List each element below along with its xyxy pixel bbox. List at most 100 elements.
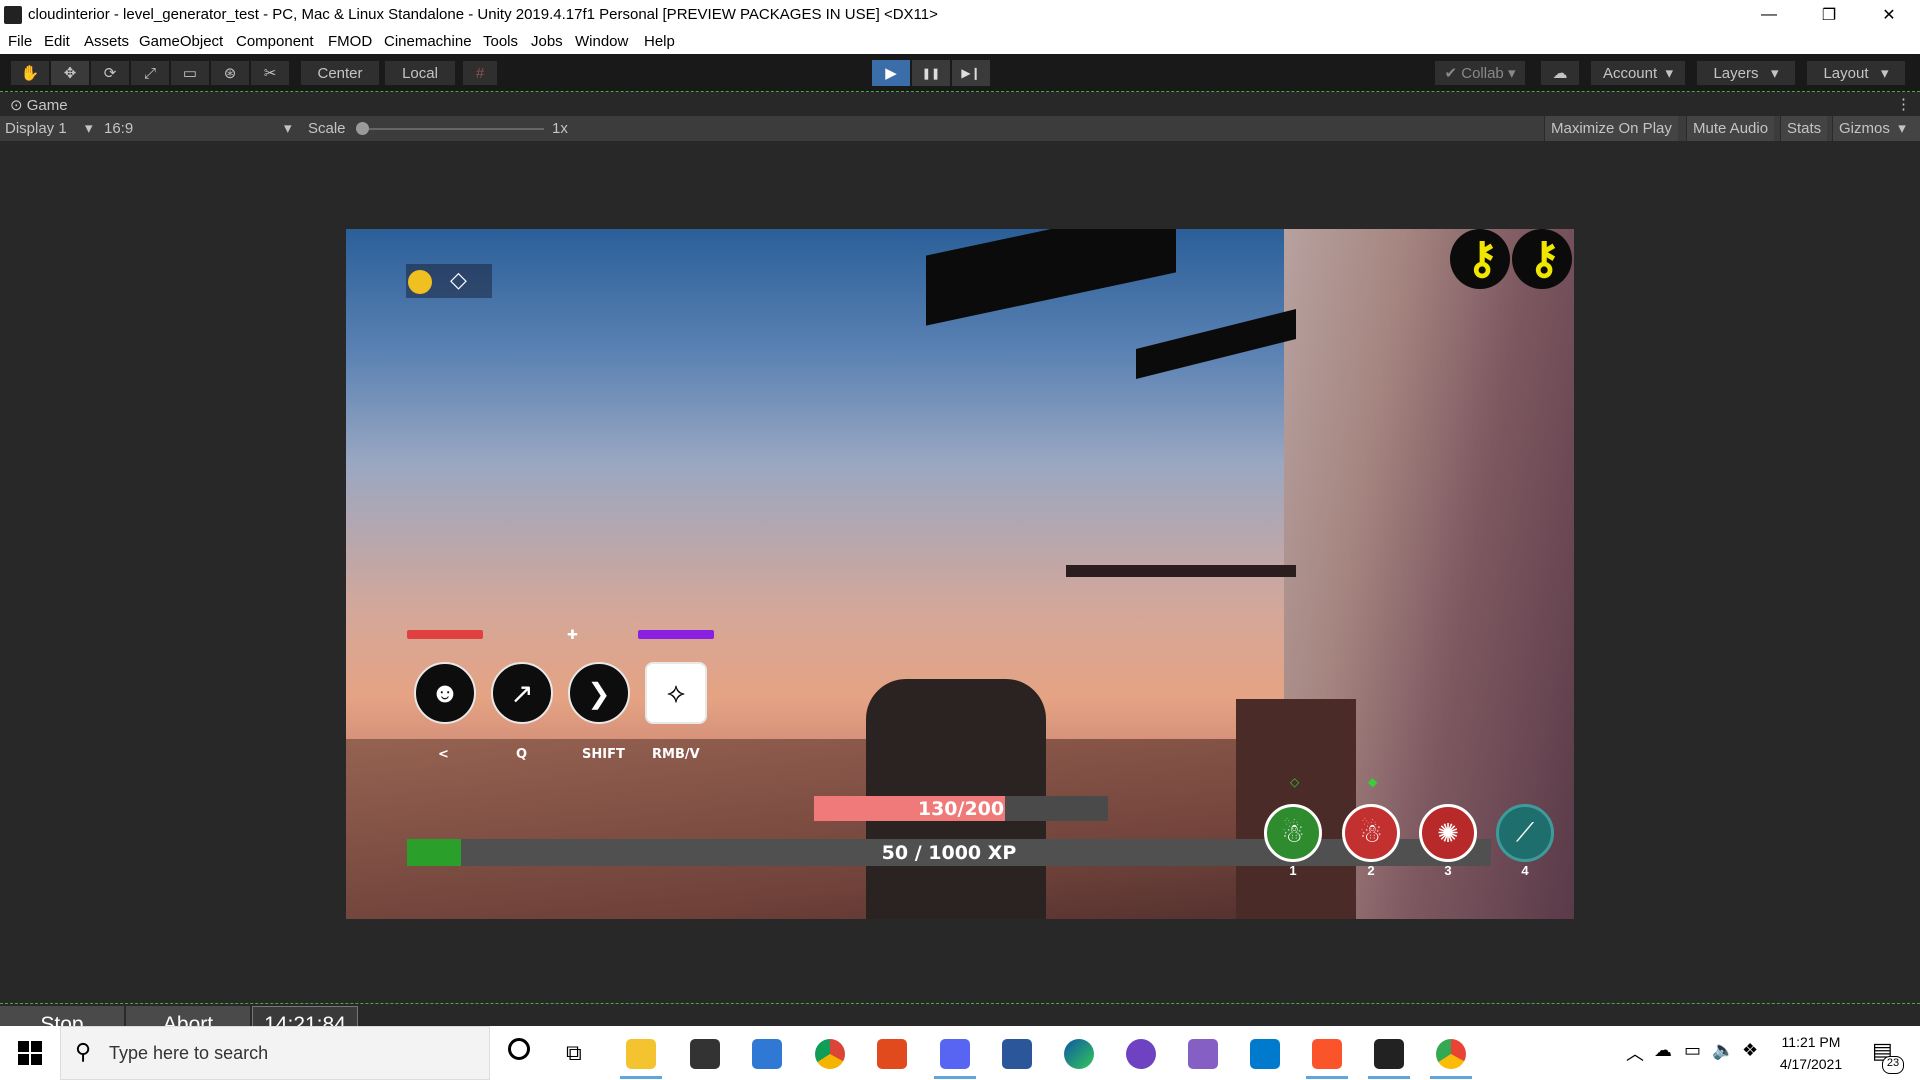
scale-label: Scale: [308, 120, 346, 137]
chrome-icon[interactable]: [815, 1039, 845, 1069]
slot-number: 2: [1367, 863, 1375, 878]
discord-icon[interactable]: [940, 1039, 970, 1069]
item-slot-4: ⟋: [1496, 804, 1554, 862]
menu-assets[interactable]: Assets: [84, 33, 129, 50]
ability-key-label: <: [438, 747, 449, 762]
menu-component[interactable]: Component: [236, 33, 314, 50]
pause-button[interactable]: ❚❚: [912, 60, 950, 86]
game-tab[interactable]: ⊙ Game: [10, 96, 68, 114]
pivot-local-button[interactable]: Local: [384, 60, 456, 86]
dropbox-icon[interactable]: ❖: [1742, 1040, 1758, 1061]
menu-tools[interactable]: Tools: [483, 33, 518, 50]
chevron-down-icon: ▾: [85, 120, 93, 137]
mana-bar: [638, 630, 714, 639]
grapple-ability-icon: ↗: [491, 662, 553, 724]
rect-tool-icon[interactable]: ▭: [170, 60, 210, 86]
task-view-icon[interactable]: ⧉: [566, 1040, 582, 1066]
title-bar: cloudinterior - level_generator_test - P…: [0, 0, 1920, 30]
xp-text: 50 / 1000 XP: [881, 842, 1017, 864]
menu-edit[interactable]: Edit: [44, 33, 70, 50]
clock-date[interactable]: 4/17/2021: [1772, 1056, 1850, 1072]
volume-icon[interactable]: 🔈: [1712, 1040, 1734, 1061]
menu-window[interactable]: Window: [575, 33, 628, 50]
game-tab-label: Game: [26, 97, 68, 114]
minimize-button[interactable]: —: [1740, 0, 1798, 30]
active-indicator: [1306, 1076, 1348, 1079]
layout-label: Layout: [1823, 64, 1869, 82]
pivot-label: Center: [317, 64, 363, 82]
active-indicator: [1368, 1076, 1410, 1079]
menu-fmod[interactable]: FMOD: [328, 33, 372, 50]
maximize-button[interactable]: ❐: [1800, 0, 1858, 30]
game-view-bar: Display 1 ▾ 16:9 ▾ Scale 1x Maximize On Pl…: [0, 116, 1920, 141]
visual-studio-icon[interactable]: [1188, 1039, 1218, 1069]
scale-tool-icon[interactable]: ⤢: [130, 60, 170, 86]
transform-tool-icon[interactable]: ⊛: [210, 60, 250, 86]
stats-toggle[interactable]: Stats: [1780, 116, 1828, 141]
menu-file[interactable]: File: [8, 33, 32, 50]
slider-handle[interactable]: [356, 122, 369, 135]
main-toolbar: ✋ ✥ ⟳ ⤢ ▭ ⊛ ✂ Center Local # ▶ ❚❚ ▶❙ ✔ C…: [0, 54, 1920, 92]
gamepad-icon: ⊙: [10, 97, 23, 114]
mute-audio-toggle[interactable]: Mute Audio: [1686, 116, 1775, 141]
windows-start-icon[interactable]: [18, 1041, 42, 1065]
notification-badge: 23: [1882, 1056, 1904, 1074]
layers-dropdown[interactable]: Layers ▾: [1696, 60, 1796, 86]
scale-slider[interactable]: [356, 116, 546, 141]
pivot-center-button[interactable]: Center: [300, 60, 380, 86]
slot-indicator-icon: ◇: [1290, 775, 1300, 789]
edge-icon[interactable]: [1064, 1039, 1094, 1069]
store-icon[interactable]: [690, 1039, 720, 1069]
wings-ability-icon: ⟡: [645, 662, 707, 724]
close-button[interactable]: ✕: [1860, 0, 1918, 30]
menu-help[interactable]: Help: [644, 33, 675, 50]
game-viewport[interactable]: ◇ ⚷ ⚷ ✚ ☻ ↗ ❯ ⟡ < Q SHIFT RMB/V 130/200 …: [346, 229, 1574, 919]
taskbar-search[interactable]: ⚲ Type here to search: [60, 1026, 490, 1080]
aspect-dropdown[interactable]: 16:9 ▾: [104, 116, 296, 141]
account-dropdown[interactable]: Account ▾: [1590, 60, 1686, 86]
hand-tool-icon[interactable]: ✋: [10, 60, 50, 86]
battery-icon[interactable]: ▭: [1684, 1040, 1701, 1061]
more-options-icon[interactable]: ⋮: [1896, 95, 1911, 113]
cloud-icon[interactable]: ☁: [1540, 60, 1580, 86]
step-button[interactable]: ▶❙: [952, 60, 990, 86]
gizmos-dropdown[interactable]: Gizmos ▾: [1832, 116, 1920, 141]
unity-icon[interactable]: [1374, 1039, 1404, 1069]
chevron-up-icon[interactable]: ︿: [1626, 1040, 1644, 1066]
floating-platform: [1136, 309, 1296, 379]
vscode-icon[interactable]: [1250, 1039, 1280, 1069]
move-tool-icon[interactable]: ✥: [50, 60, 90, 86]
file-explorer-icon[interactable]: [626, 1039, 656, 1069]
slot-number: 3: [1444, 863, 1452, 878]
grid-snap-icon[interactable]: #: [462, 60, 498, 86]
clock-time[interactable]: 11:21 PM: [1776, 1034, 1846, 1050]
menu-jobs[interactable]: Jobs: [531, 33, 563, 50]
layout-dropdown[interactable]: Layout ▾: [1806, 60, 1906, 86]
maximize-on-play-toggle[interactable]: Maximize On Play: [1544, 116, 1678, 141]
slot-number: 1: [1289, 863, 1297, 878]
mail-icon[interactable]: [752, 1039, 782, 1069]
display-dropdown[interactable]: Display 1 ▾: [5, 116, 95, 141]
ability-key-label: Q: [516, 747, 528, 762]
collab-label: Collab: [1461, 64, 1504, 82]
custom-tool-icon[interactable]: ✂: [250, 60, 290, 86]
lion-ability-icon: ☻: [414, 662, 476, 724]
github-desktop-icon[interactable]: [1126, 1039, 1156, 1069]
menu-gameobject[interactable]: GameObject: [139, 33, 223, 50]
health-bar: 130/200: [814, 796, 1108, 821]
cortana-icon[interactable]: [508, 1038, 530, 1060]
layers-label: Layers: [1713, 64, 1759, 82]
office-icon[interactable]: [877, 1039, 907, 1069]
space-label: Local: [402, 64, 438, 82]
chrome-canary-icon[interactable]: [1436, 1039, 1466, 1069]
play-button[interactable]: ▶: [872, 60, 910, 86]
menu-cinemachine[interactable]: Cinemachine: [384, 33, 472, 50]
search-icon: ⚲: [75, 1039, 92, 1064]
collab-button[interactable]: ✔ Collab ▾: [1434, 60, 1526, 86]
crosshair-icon: ✚: [567, 627, 578, 642]
word-icon[interactable]: [1002, 1039, 1032, 1069]
item-slot-1: ☃: [1264, 804, 1322, 862]
rotate-tool-icon[interactable]: ⟳: [90, 60, 130, 86]
brave-icon[interactable]: [1312, 1039, 1342, 1069]
onedrive-icon[interactable]: ☁: [1654, 1040, 1672, 1061]
